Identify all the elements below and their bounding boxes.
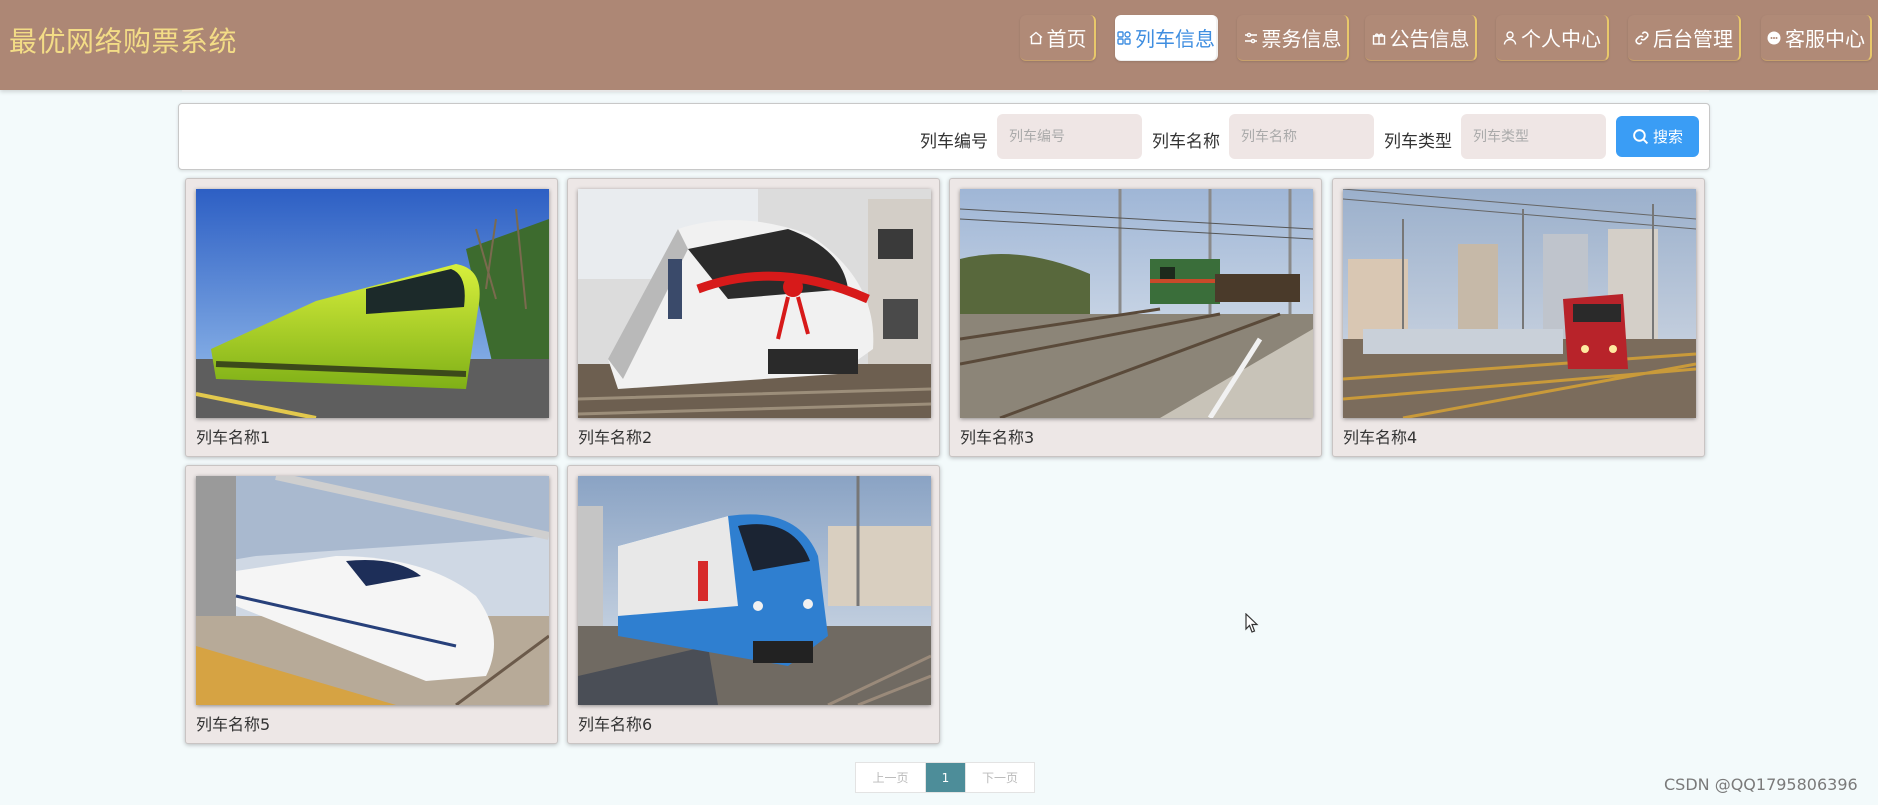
train-card[interactable]: 列车名称1 (185, 178, 558, 457)
gift-icon (1372, 32, 1385, 45)
train-name: 列车名称4 (1343, 428, 1418, 447)
train-card[interactable]: 列车名称3 (949, 178, 1322, 457)
train-name: 列车名称6 (578, 715, 653, 734)
train-name-input[interactable] (1229, 114, 1374, 159)
train-name-label: 列车名称 (1152, 132, 1220, 152)
link-icon (1635, 30, 1649, 45)
search-button[interactable]: 搜索 (1616, 116, 1699, 157)
search-panel: 列车编号 列车名称 列车类型 搜索 (178, 103, 1710, 170)
train-number-label: 列车编号 (920, 132, 988, 152)
train-card[interactable]: 列车名称4 (1332, 178, 1705, 457)
nav-support-label: 客服中心 (1785, 27, 1865, 51)
page-button-current[interactable]: 1 (926, 763, 965, 792)
train-type-label: 列车类型 (1384, 132, 1452, 152)
train-type-input[interactable] (1461, 114, 1606, 159)
home-icon (1029, 31, 1042, 44)
train-card[interactable]: 列车名称2 (567, 178, 940, 457)
nav-trains[interactable]: 列车信息 (1115, 15, 1218, 61)
nav-tickets[interactable]: 票务信息 (1237, 15, 1349, 61)
user-icon (1503, 30, 1517, 45)
mouse-cursor-icon (1245, 613, 1259, 633)
header-divider (182, 90, 1709, 92)
nav-tickets-label: 票务信息 (1261, 27, 1342, 51)
nav-profile-label: 个人中心 (1521, 27, 1601, 51)
nav-support[interactable]: 客服中心 (1761, 15, 1872, 61)
search-icon (1633, 129, 1649, 145)
nav-notices[interactable]: 公告信息 (1365, 15, 1477, 61)
train-name: 列车名称5 (196, 715, 271, 734)
chat-icon (1767, 31, 1781, 44)
site-brand: 最优网络购票系统 (9, 25, 238, 58)
nav-home[interactable]: 首页 (1020, 15, 1096, 61)
search-button-label: 搜索 (1652, 128, 1683, 146)
nav-home-label: 首页 (1046, 27, 1087, 51)
pagination: 上一页 1 下一页 (855, 762, 1035, 793)
nav-trains-label: 列车信息 (1135, 27, 1215, 51)
green-tram-photo (196, 189, 549, 418)
train-number-input[interactable] (997, 114, 1142, 159)
train-card[interactable]: 列车名称6 (567, 465, 940, 744)
train-name: 列车名称1 (196, 428, 271, 447)
train-card[interactable]: 列车名称5 (185, 465, 558, 744)
top-header: 最优网络购票系统 首页 列车信息 票务信息 公告信息 个人中心 后台管理 客服中 (0, 0, 1878, 90)
sliders-icon (1244, 32, 1257, 43)
nav-profile[interactable]: 个人中心 (1496, 15, 1609, 61)
white-highspeed-train-photo (196, 476, 549, 705)
green-freight-locomotive-photo (960, 189, 1313, 418)
white-metro-ribbon-photo (578, 189, 931, 418)
blue-commuter-train-photo (578, 476, 931, 705)
nav-admin[interactable]: 后台管理 (1628, 15, 1741, 61)
prev-page-button[interactable]: 上一页 (856, 763, 926, 792)
train-name: 列车名称3 (960, 428, 1035, 447)
next-page-button[interactable]: 下一页 (965, 763, 1034, 792)
train-name: 列车名称2 (578, 428, 653, 447)
nav-notices-label: 公告信息 (1389, 27, 1470, 51)
red-locomotive-city-photo (1343, 189, 1696, 418)
watermark: CSDN @QQ1795806396 (1664, 775, 1858, 794)
grid-icon (1117, 30, 1131, 45)
nav-admin-label: 后台管理 (1653, 27, 1733, 51)
